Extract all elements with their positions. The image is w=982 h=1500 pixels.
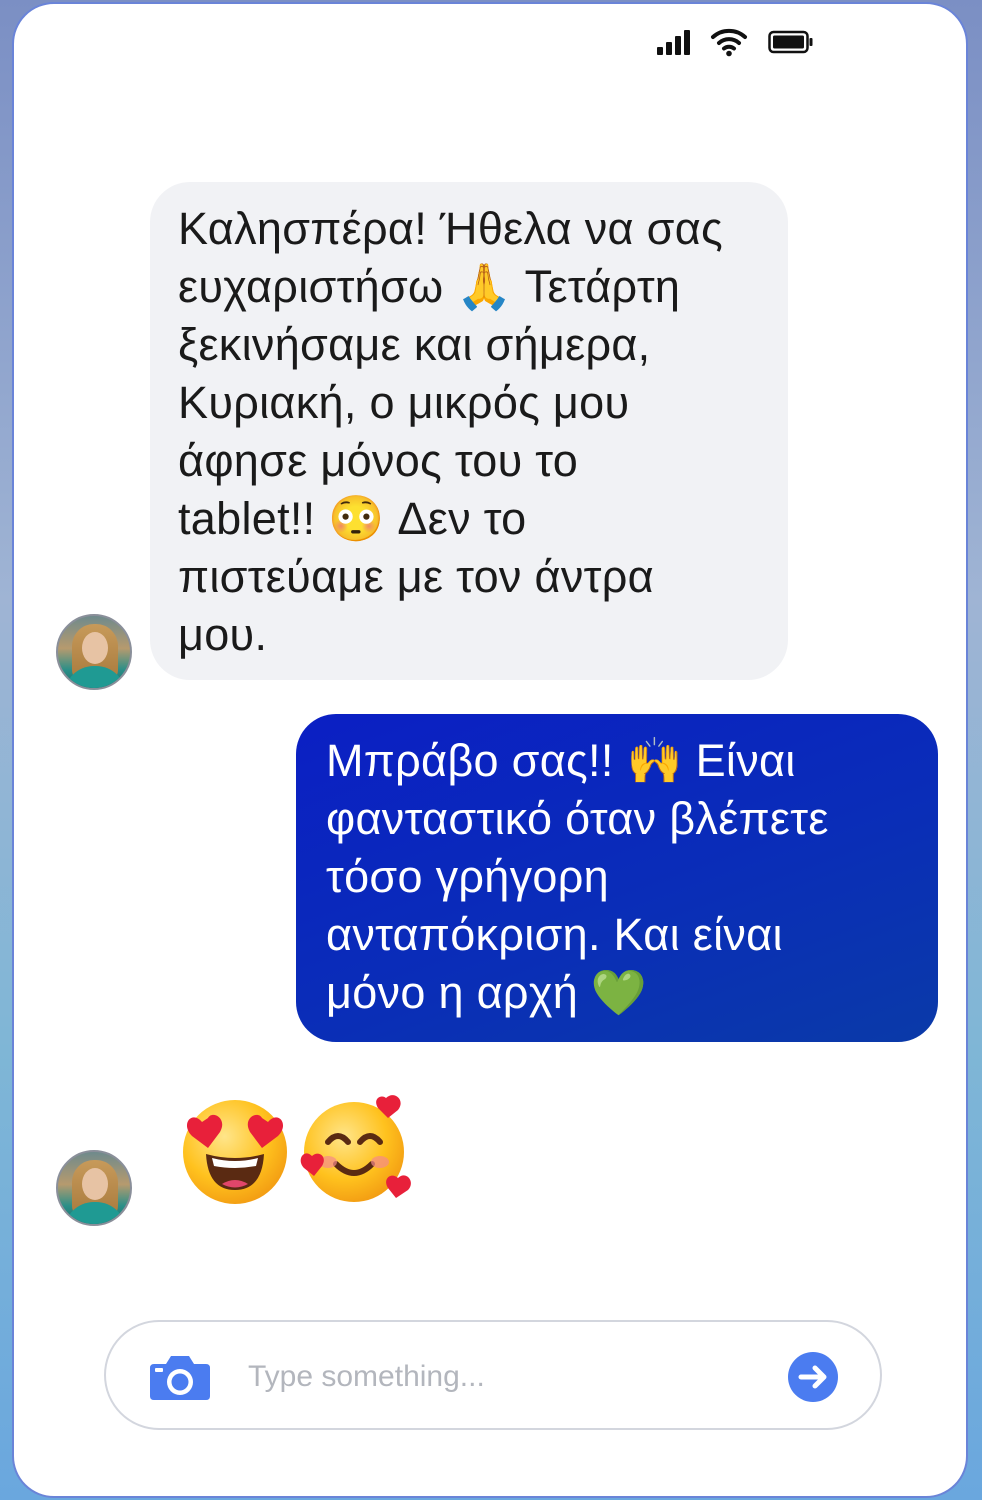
contact-avatar[interactable] — [56, 1150, 132, 1226]
message-text: Καλησπέρα! Ήθελα να σας ευχαριστήσω 🙏 Τε… — [178, 203, 724, 660]
signal-icon — [657, 29, 690, 55]
emoji-reply[interactable] — [178, 1092, 416, 1206]
message-input[interactable] — [246, 1344, 770, 1410]
message-text: Μπράβο σας!! 🙌 Είναι φανταστικό όταν βλέ… — [326, 735, 829, 1018]
status-bar — [657, 26, 814, 58]
incoming-message-bubble[interactable]: Καλησπέρα! Ήθελα να σας ευχαριστήσω 🙏 Τε… — [150, 182, 788, 680]
chat-screen: Καλησπέρα! Ήθελα να σας ευχαριστήσω 🙏 Τε… — [12, 2, 968, 1498]
camera-button[interactable] — [148, 1352, 212, 1402]
smiling-face-with-hearts-emoji — [300, 1095, 411, 1202]
contact-avatar[interactable] — [56, 614, 132, 690]
message-composer — [104, 1320, 882, 1430]
wifi-icon — [710, 27, 748, 57]
heart-eyes-emoji — [183, 1100, 287, 1204]
send-button[interactable] — [788, 1352, 838, 1402]
outgoing-message-bubble[interactable]: Μπράβο σας!! 🙌 Είναι φανταστικό όταν βλέ… — [296, 714, 938, 1042]
camera-icon — [150, 1356, 210, 1400]
arrow-right-icon — [788, 1352, 838, 1402]
battery-icon — [768, 30, 814, 54]
